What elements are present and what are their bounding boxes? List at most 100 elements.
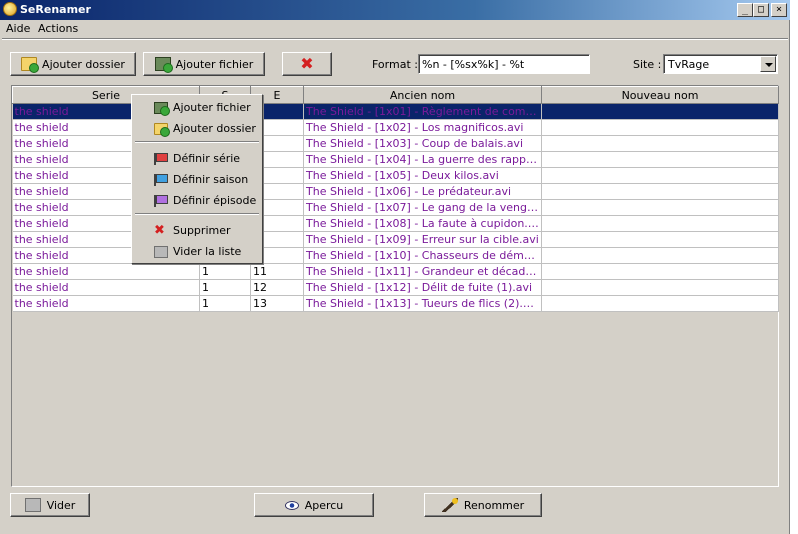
purple-flag-icon (154, 195, 168, 207)
ctx-delete[interactable]: ✖ Supprimer (132, 220, 262, 240)
cell-serie: the shield (12, 295, 200, 312)
cell-new-name (541, 263, 779, 280)
table-row[interactable]: the shield The Shield - [1x02] - Los magn… (12, 119, 779, 136)
maximize-button[interactable]: □ (753, 3, 769, 17)
film-add-icon (154, 57, 173, 73)
menu-separator (2, 38, 788, 40)
table-row[interactable]: the shield The Shield - [1x09] - Erreur s… (12, 231, 779, 248)
add-file-label: Ajouter fichier (175, 57, 254, 71)
cell-old-name: The Shield - [1x12] - Délit de fuite (1)… (303, 279, 542, 296)
cell-new-name (541, 135, 779, 152)
ctx-add-folder-label: Ajouter dossier (173, 122, 256, 135)
cell-old-name: The Shield - [1x01] - Règlement de compt… (303, 103, 542, 120)
table-row[interactable]: the shield The Shield - [1x05] - Deux kil… (12, 167, 779, 184)
ctx-separator (135, 213, 259, 215)
app-icon (3, 2, 17, 16)
menu-actions[interactable]: Actions (38, 22, 78, 35)
cell-old-name: The Shield - [1x04] - La guerre des rapp… (303, 151, 542, 168)
table-row[interactable]: the shield The Shield - [1x07] - Le gang … (12, 199, 779, 216)
preview-label: Apercu (304, 498, 344, 512)
site-label: Site : (633, 58, 662, 71)
cell-new-name (541, 151, 779, 168)
chevron-down-icon[interactable] (760, 56, 776, 72)
add-folder-button[interactable]: Ajouter dossier (10, 52, 136, 76)
close-button[interactable]: × (771, 3, 787, 17)
table-row[interactable]: the shield The Shield - [1x10] - Chasseur… (12, 247, 779, 264)
table-row[interactable]: the shield The Shield - [1x03] - Coup de … (12, 135, 779, 152)
table-row[interactable]: the shield The Shield - [1x06] - Le préda… (12, 183, 779, 200)
ctx-set-season-label: Définir saison (173, 173, 249, 186)
cell-new-name (541, 295, 779, 312)
table-row[interactable]: the shield The Shield - [1x01] - Règlemen… (12, 103, 779, 120)
table-row[interactable]: the shield 1 12 The Shield - [1x12] - Délit… (12, 279, 779, 296)
film-add-icon (154, 102, 170, 116)
blue-flag-icon (154, 174, 168, 186)
app-window: SeRenamer _ □ × Aide Actions Ajouter dos… (0, 0, 790, 534)
cell-new-name (541, 167, 779, 184)
ctx-set-episode[interactable]: Définir épisode (132, 190, 262, 210)
eye-icon (284, 500, 299, 510)
ctx-set-season[interactable]: Définir saison (132, 169, 262, 189)
column-header-nouveau-nom[interactable]: Nouveau nom (541, 86, 779, 104)
preview-button[interactable]: Apercu (254, 493, 374, 517)
context-menu: Ajouter fichier Ajouter dossier Définir … (131, 94, 263, 264)
cell-old-name: The Shield - [1x06] - Le prédateur.avi (303, 183, 542, 200)
ctx-add-file-label: Ajouter fichier (173, 101, 251, 114)
cell-season: 1 (199, 263, 251, 280)
folder-add-icon (21, 57, 40, 73)
site-select-value: TvRage (668, 58, 710, 71)
column-header-ancien-nom[interactable]: Ancien nom (303, 86, 542, 104)
cell-new-name (541, 103, 779, 120)
cell-serie: the shield (12, 263, 200, 280)
clear-button[interactable]: Vider (10, 493, 90, 517)
title-bar[interactable]: SeRenamer _ □ × (0, 0, 790, 20)
cell-old-name: The Shield - [1x03] - Coup de balais.avi (303, 135, 542, 152)
clear-list-icon (154, 246, 168, 258)
cell-old-name: The Shield - [1x05] - Deux kilos.avi (303, 167, 542, 184)
ctx-set-series[interactable]: Définir série (132, 148, 262, 168)
ctx-clear-list[interactable]: Vider la liste (132, 241, 262, 261)
cell-season: 1 (199, 295, 251, 312)
ctx-add-folder[interactable]: Ajouter dossier (132, 118, 262, 138)
delete-button[interactable]: ✖ (282, 52, 332, 76)
menu-aide[interactable]: Aide (6, 22, 30, 35)
cell-season: 1 (199, 279, 251, 296)
site-select[interactable]: TvRage (663, 54, 778, 74)
menu-bar: Aide Actions (0, 20, 790, 38)
cell-old-name: The Shield - [1x08] - La faute à cupidon… (303, 215, 542, 232)
file-table: Serie S E Ancien nom Nouveau nom the shi… (11, 85, 779, 487)
ctx-clear-list-label: Vider la liste (173, 245, 242, 258)
magic-wand-icon (441, 498, 458, 512)
cell-serie: the shield (12, 279, 200, 296)
minimize-button[interactable]: _ (737, 3, 753, 17)
cell-new-name (541, 183, 779, 200)
ctx-add-file[interactable]: Ajouter fichier (132, 97, 262, 117)
rename-label: Renommer (463, 498, 525, 512)
table-row[interactable]: the shield The Shield - [1x04] - La guerr… (12, 151, 779, 168)
red-flag-icon (154, 153, 168, 165)
cell-episode: 11 (250, 263, 304, 280)
delete-icon: ✖ (300, 54, 314, 73)
delete-icon: ✖ (154, 223, 165, 238)
table-row[interactable]: the shield 1 13 The Shield - [1x13] - Tueur… (12, 295, 779, 312)
cell-old-name: The Shield - [1x02] - Los magnificos.avi (303, 119, 542, 136)
rename-button[interactable]: Renommer (424, 493, 542, 517)
cell-old-name: The Shield - [1x09] - Erreur sur la cibl… (303, 231, 542, 248)
table-row[interactable]: the shield 1 11 The Shield - [1x11] - Grand… (12, 263, 779, 280)
add-file-button[interactable]: Ajouter fichier (143, 52, 265, 76)
cell-old-name: The Shield - [1x11] - Grandeur et décade… (303, 263, 542, 280)
table-row[interactable]: the shield The Shield - [1x08] - La faute… (12, 215, 779, 232)
clear-label: Vider (46, 498, 76, 512)
ctx-separator (135, 141, 259, 143)
ctx-delete-label: Supprimer (173, 224, 231, 237)
cell-old-name: The Shield - [1x10] - Chasseurs de démon… (303, 247, 542, 264)
folder-add-icon (154, 123, 170, 137)
format-input[interactable]: %n - [%sx%k] - %t (418, 54, 590, 74)
ctx-set-episode-label: Définir épisode (173, 194, 257, 207)
cell-old-name: The Shield - [1x13] - Tueurs de flics (2… (303, 295, 542, 312)
format-label: Format : (372, 58, 418, 71)
window-title: SeRenamer (20, 3, 91, 16)
cell-new-name (541, 279, 779, 296)
clear-list-icon (24, 498, 41, 512)
cell-new-name (541, 247, 779, 264)
